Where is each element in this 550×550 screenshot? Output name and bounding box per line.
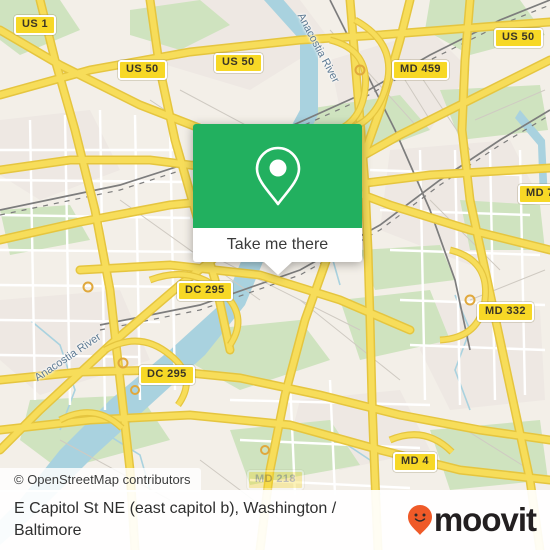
map-screenshot: Anacostia River Anacostia River US 1 US …	[0, 0, 550, 550]
location-title: E Capitol St NE (east capitol b), Washin…	[14, 500, 337, 539]
moovit-smiley-pin-icon	[407, 504, 433, 536]
road-shield-md-4[interactable]: MD 4	[393, 452, 437, 472]
road-shield-us-1[interactable]: US 1	[14, 15, 57, 35]
road-shield-dc-295[interactable]: DC 295	[177, 281, 233, 301]
road-shield-md-7[interactable]: MD 7	[518, 184, 550, 204]
road-shield-md-218[interactable]: MD 218	[247, 470, 304, 490]
road-shield-dc-295[interactable]: DC 295	[139, 365, 195, 385]
moovit-wordmark: moovit	[433, 501, 537, 538]
popup-card-header	[193, 124, 362, 228]
take-me-there-button[interactable]: Take me there	[193, 228, 362, 262]
osm-attribution[interactable]: © OpenStreetMap contributors	[0, 468, 201, 492]
map-pin-icon	[255, 146, 300, 206]
moovit-logo[interactable]: moovit	[407, 501, 537, 538]
road-shield-md-332[interactable]: MD 332	[477, 302, 534, 322]
road-shield-md-459[interactable]: MD 459	[392, 60, 449, 80]
popup-card-pointer	[263, 262, 292, 275]
road-shield-us-50[interactable]: US 50	[494, 28, 543, 48]
take-me-there-label: Take me there	[226, 236, 329, 253]
footer-bar: E Capitol St NE (east capitol b), Washin…	[0, 490, 550, 550]
road-shield-us-50[interactable]: US 50	[118, 60, 167, 80]
road-shield-us-50[interactable]: US 50	[214, 53, 263, 73]
location-popup-card[interactable]: Take me there	[193, 124, 362, 275]
